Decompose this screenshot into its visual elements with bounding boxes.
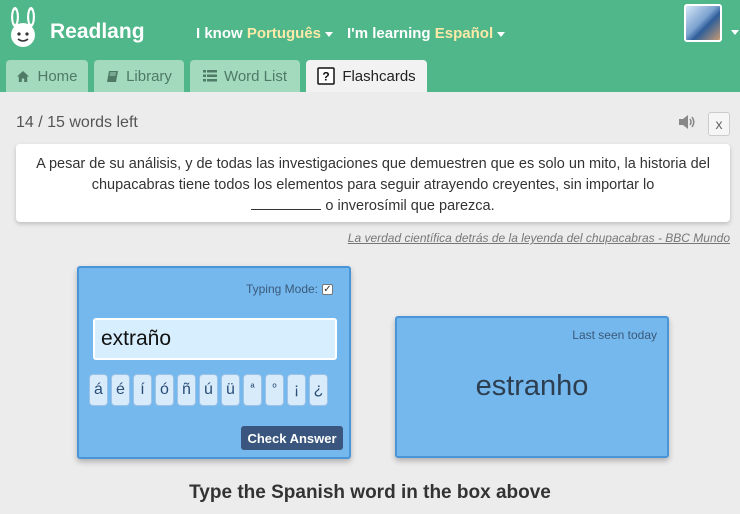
top-navbar: Readlang I know Português I'm learning E… bbox=[0, 0, 740, 92]
svg-text:?: ? bbox=[323, 70, 330, 84]
close-button[interactable]: x bbox=[708, 112, 730, 136]
last-seen-label: Last seen today bbox=[572, 328, 657, 342]
home-icon bbox=[17, 70, 30, 82]
typing-mode-toggle[interactable]: Typing Mode: ✓ bbox=[246, 282, 333, 296]
brand-name[interactable]: Readlang bbox=[50, 20, 145, 44]
context-sentence-box: A pesar de su análisis, y de todas las i… bbox=[16, 144, 730, 222]
accent-key[interactable]: ü bbox=[221, 374, 240, 406]
accent-key[interactable]: ¡ bbox=[287, 374, 306, 406]
tab-home[interactable]: Home bbox=[6, 60, 88, 92]
words-left-counter: 14 / 15 words left bbox=[16, 114, 138, 131]
accent-key[interactable]: º bbox=[265, 374, 284, 406]
tab-label: Library bbox=[126, 67, 172, 85]
speaker-icon[interactable] bbox=[678, 114, 696, 130]
check-answer-button[interactable]: Check Answer bbox=[241, 426, 343, 450]
native-language-dropdown[interactable]: I know Português bbox=[196, 25, 334, 42]
sentence-text-before: A pesar de su análisis, y de todas las i… bbox=[36, 156, 710, 193]
tab-label: Home bbox=[37, 67, 78, 85]
list-icon bbox=[202, 70, 217, 82]
tab-word-list[interactable]: Word List bbox=[190, 60, 300, 92]
question-icon: ? bbox=[317, 67, 336, 85]
chevron-down-icon bbox=[325, 31, 334, 37]
instruction-text: Type the Spanish word in the box above bbox=[189, 482, 551, 503]
know-prefix: I know bbox=[196, 25, 243, 42]
accent-key[interactable]: é bbox=[111, 374, 130, 406]
accent-key[interactable]: ª bbox=[243, 374, 262, 406]
accent-key[interactable]: á bbox=[89, 374, 108, 406]
typing-mode-checkbox[interactable]: ✓ bbox=[322, 283, 333, 295]
rabbit-logo-icon[interactable] bbox=[4, 6, 42, 48]
accent-key[interactable]: ú bbox=[199, 374, 218, 406]
accent-key[interactable]: ó bbox=[155, 374, 174, 406]
learning-language-dropdown[interactable]: I'm learning Español bbox=[347, 25, 506, 42]
sentence-text-after: o inverosímil que parezca. bbox=[325, 198, 495, 214]
tab-library[interactable]: Library bbox=[94, 60, 184, 92]
tab-label: Flashcards bbox=[342, 67, 416, 85]
native-language: Português bbox=[246, 25, 322, 42]
chevron-down-icon[interactable] bbox=[731, 30, 739, 35]
learning-prefix: I'm learning bbox=[347, 25, 431, 42]
book-icon bbox=[107, 70, 119, 82]
chevron-down-icon bbox=[497, 31, 506, 37]
user-avatar[interactable] bbox=[684, 4, 722, 42]
accent-key[interactable]: ¿ bbox=[309, 374, 328, 406]
sentence-blank bbox=[251, 196, 322, 210]
accent-keyboard: á é í ó ñ ú ü ª º ¡ ¿ bbox=[89, 374, 328, 406]
typing-mode-label: Typing Mode: bbox=[245, 282, 318, 296]
source-link[interactable]: La verdad científica detrás de la leyend… bbox=[348, 231, 730, 245]
tab-label: Word List bbox=[223, 67, 288, 85]
prompt-card: Last seen today estranho bbox=[395, 316, 669, 458]
tab-flashcards[interactable]: ? Flashcards bbox=[306, 60, 427, 92]
accent-key[interactable]: í bbox=[133, 374, 152, 406]
answer-input[interactable] bbox=[93, 318, 337, 360]
accent-key[interactable]: ñ bbox=[177, 374, 196, 406]
answer-card: Typing Mode: ✓ á é í ó ñ ú ü ª º ¡ ¿ Che… bbox=[77, 266, 351, 459]
prompt-word: estranho bbox=[475, 370, 589, 402]
learning-language: Español bbox=[434, 25, 494, 42]
